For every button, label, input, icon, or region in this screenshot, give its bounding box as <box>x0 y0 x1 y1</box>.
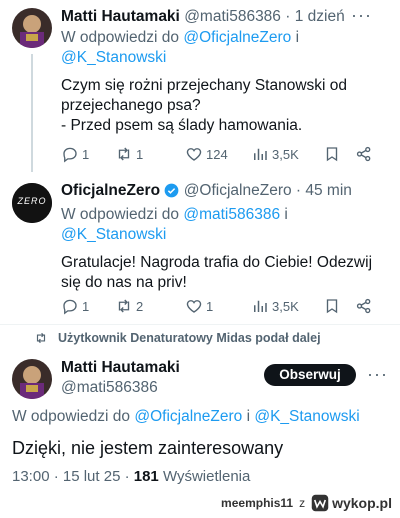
verified-badge-icon <box>164 183 179 204</box>
watermark-site: wykop.pl <box>332 495 392 511</box>
tweet-2[interactable]: ZERO OficjalneZero @OficjalneZero · 45 m… <box>0 172 400 322</box>
heart-icon <box>186 300 202 313</box>
reply-icon <box>63 299 77 315</box>
mention-link[interactable]: @K_Stanowski <box>61 49 166 66</box>
more-icon[interactable]: ··· <box>367 365 388 383</box>
reply-button[interactable]: 1 <box>61 145 115 163</box>
watermark: meemphis11 z wykop.pl <box>221 494 392 512</box>
tweet-header: OficjalneZero @OficjalneZero · 45 min <box>61 181 388 204</box>
wykop-logo-icon <box>311 494 329 512</box>
author-handle[interactable]: @mati586386 <box>61 378 180 398</box>
reply-icon <box>63 147 77 163</box>
follow-button[interactable]: Obserwuj <box>264 364 356 386</box>
bookmark-icon <box>326 147 338 162</box>
mention-link[interactable]: @K_Stanowski <box>61 226 166 243</box>
avatar-logo-text: ZERO <box>17 196 47 206</box>
author-name[interactable]: Matti Hautamaki <box>61 8 180 25</box>
reply-context: W odpowiedzi do @mati586386 i @K_Stanows… <box>61 206 288 243</box>
share-icon <box>356 146 371 162</box>
share-button[interactable] <box>355 297 373 315</box>
like-button[interactable]: 1 <box>185 297 251 315</box>
retweet-button[interactable]: 2 <box>115 297 185 315</box>
heart-icon <box>186 148 202 161</box>
watermark-user: meemphis11 <box>221 496 294 510</box>
avatar-oficjalnezero[interactable]: ZERO <box>12 183 52 223</box>
tweet-text: Dzięki, nie jestem zainteresowany <box>12 438 284 458</box>
action-bar: 1 1 124 3,5K <box>61 144 382 164</box>
mention-link[interactable]: @OficjalneZero <box>183 29 291 46</box>
tweet-meta: 13:00 · 15 lut 25 · 181 Wyświetlenia <box>12 467 250 487</box>
more-icon[interactable]: ··· <box>351 6 372 24</box>
reply-context: W odpowiedzi do @OficjalneZero i @K_Stan… <box>61 29 300 66</box>
bookmark-button[interactable] <box>323 297 355 315</box>
divider <box>0 324 400 325</box>
mention-link[interactable]: @mati586386 <box>183 206 280 223</box>
views-count: 181 <box>133 468 159 485</box>
bookmark-button[interactable] <box>323 145 355 163</box>
timestamp[interactable]: · 1 dzień <box>285 8 344 25</box>
repost-icon <box>36 332 46 344</box>
author-name[interactable]: OficjalneZero <box>61 182 160 199</box>
mention-link[interactable]: @K_Stanowski <box>254 408 359 425</box>
like-button[interactable]: 124 <box>185 145 251 163</box>
views-button[interactable]: 3,5K <box>251 297 323 315</box>
author-handle[interactable]: @mati586386 <box>184 8 281 25</box>
retweet-button[interactable]: 1 <box>115 145 185 163</box>
views-icon <box>254 300 267 312</box>
views-button[interactable]: 3,5K <box>251 145 323 163</box>
reply-context: W odpowiedzi do @OficjalneZero i @K_Stan… <box>12 408 360 425</box>
tweet-text: Czym się rożni przejechany Stanowski od … <box>61 77 348 134</box>
retweet-icon <box>118 147 130 161</box>
bookmark-icon <box>326 299 338 314</box>
mention-link[interactable]: @OficjalneZero <box>134 408 242 425</box>
timestamp[interactable]: 13:00 · 15 lut 25 · <box>12 468 130 485</box>
avatar-matti[interactable] <box>12 359 52 399</box>
repost-note: Użytkownik Denaturatowy Midas podał dale… <box>34 331 321 345</box>
thread-line <box>31 54 33 172</box>
views-label: Wyświetlenia <box>162 468 251 485</box>
tweet-1[interactable]: Matti Hautamaki @mati586386 · 1 dzień ··… <box>0 0 400 172</box>
main-tweet: Matti Hautamaki @mati586386 Obserwuj ···… <box>0 354 400 494</box>
tweet-header: Matti Hautamaki @mati586386 · 1 dzień <box>61 7 388 27</box>
share-button[interactable] <box>355 145 373 163</box>
views-icon <box>254 148 267 160</box>
author-name[interactable]: Matti Hautamaki <box>61 358 180 378</box>
avatar-matti[interactable] <box>12 8 52 48</box>
tweet-text: Gratulacje! Nagroda trafia do Ciebie! Od… <box>61 254 373 291</box>
retweet-icon <box>118 299 130 313</box>
reply-button[interactable]: 1 <box>61 297 115 315</box>
share-icon <box>356 298 371 314</box>
timestamp[interactable]: · 45 min <box>296 182 352 199</box>
action-bar: 1 2 1 3,5K <box>61 296 382 316</box>
author-handle[interactable]: @OficjalneZero <box>184 182 292 199</box>
